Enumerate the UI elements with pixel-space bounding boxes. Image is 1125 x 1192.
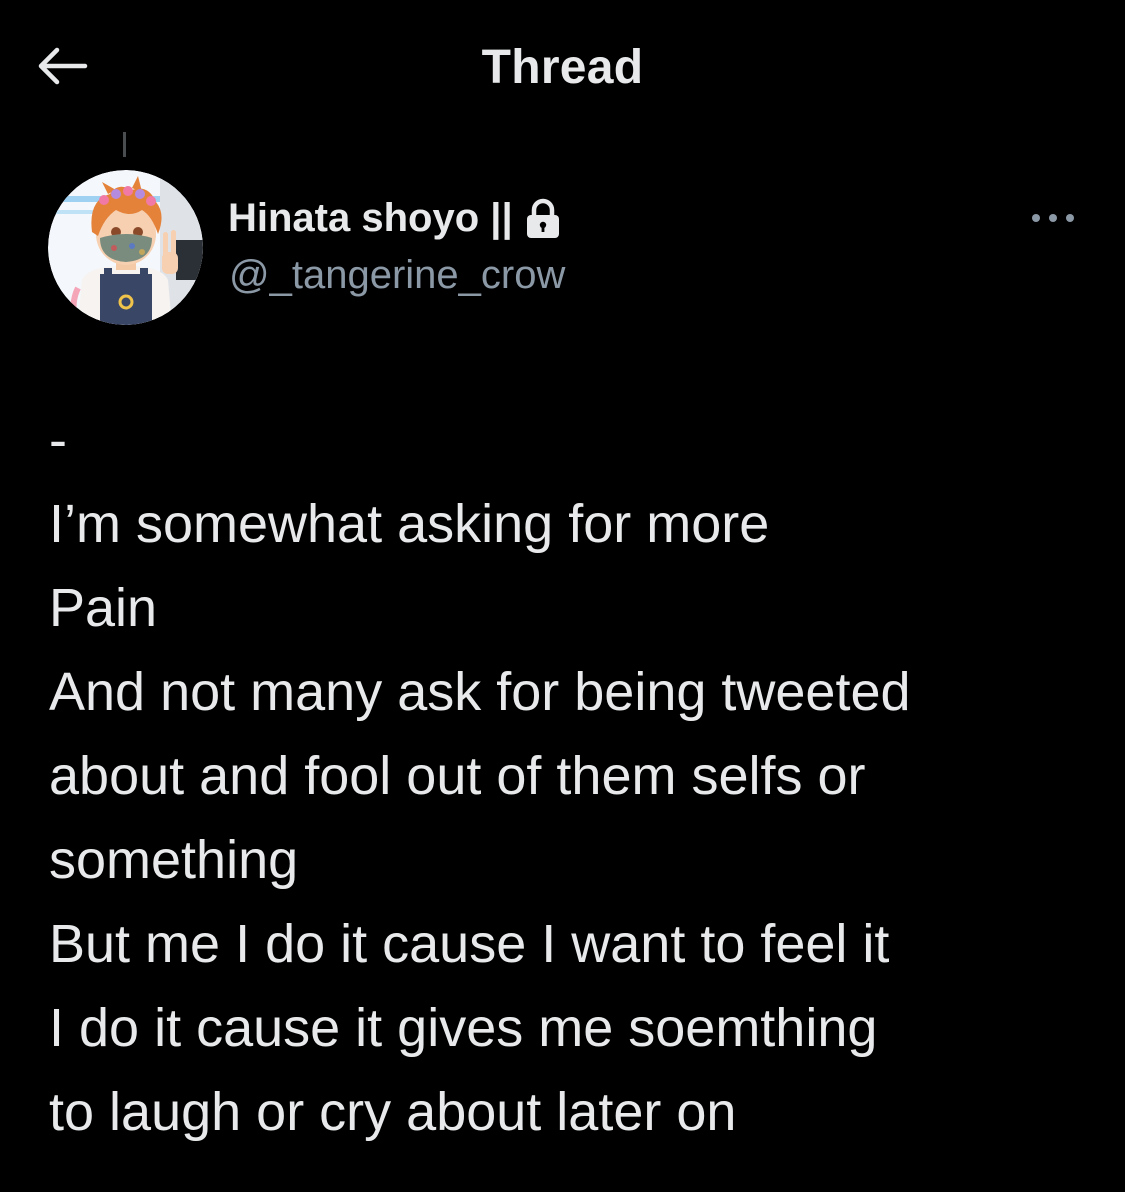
top-bar: Thread xyxy=(0,0,1125,135)
tweet-line: I do it cause it gives me soemthing xyxy=(49,998,878,1058)
lock-icon xyxy=(523,198,563,240)
tweet-line: Pain xyxy=(49,578,158,638)
tweet-line: And not many ask for being tweeted xyxy=(49,662,911,722)
page-title: Thread xyxy=(481,41,644,94)
tweet-line: about and fool out of them selfs or xyxy=(49,746,866,806)
tweet-line: I’m somewhat asking for more xyxy=(49,494,770,554)
author-name-row[interactable]: Hinata shoyo || xyxy=(228,196,563,241)
tweet-line: something xyxy=(49,830,299,890)
tweet-line: - xyxy=(49,410,67,470)
display-name: Hinata shoyo || xyxy=(228,196,513,240)
author-handle[interactable]: @_tangerine_crow xyxy=(229,253,565,298)
avatar-illustration xyxy=(48,170,203,325)
more-horizontal-icon xyxy=(1032,214,1074,222)
thread-connector-line xyxy=(123,132,126,157)
more-options-button[interactable] xyxy=(1018,198,1088,238)
tweet-text: - I’m somewhat asking for more Pain And … xyxy=(49,398,1099,1154)
tweet-line: But me I do it cause I want to feel it xyxy=(49,914,890,974)
tweet-line: to laugh or cry about later on xyxy=(49,1082,737,1142)
avatar[interactable] xyxy=(48,170,203,325)
